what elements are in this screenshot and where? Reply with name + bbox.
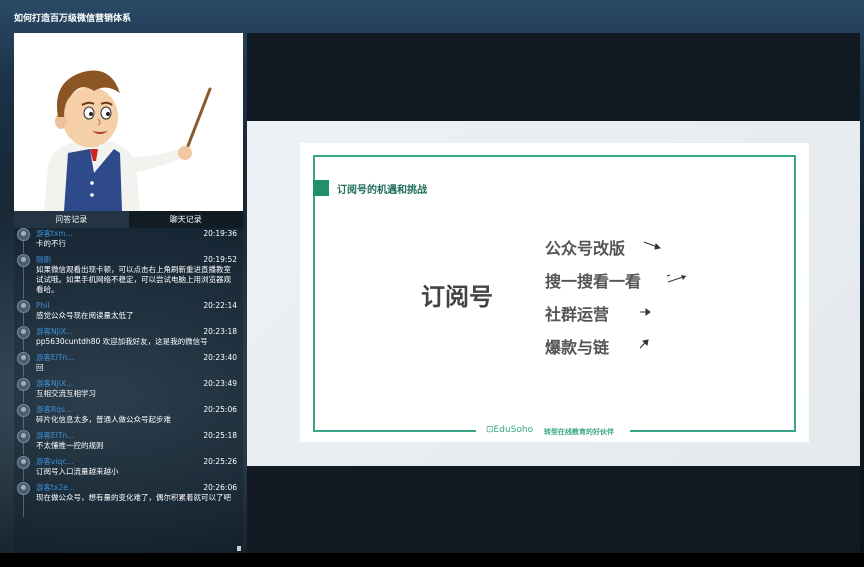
edusoho-logo: ⊡EduSoho: [486, 425, 533, 435]
avatar-icon: [17, 352, 30, 365]
slide-item: 搜一搜看一看: [545, 272, 642, 291]
chat-username[interactable]: 游客ElTn...: [36, 430, 74, 441]
chat-username[interactable]: 游客txm...: [36, 228, 73, 239]
list-item: 游客ElTn... 20:23:40 回: [14, 352, 243, 378]
title-bar: 如何打造百万级微信营销体系: [0, 0, 864, 32]
slide-item: 社群运营: [545, 305, 610, 324]
chat-text: 卡的不行: [36, 239, 66, 248]
chat-username[interactable]: 游客NJiX...: [36, 326, 73, 337]
list-item: 游客Rqs... 20:25:06 碎片化信息太多，普通人做公众号起步难: [14, 404, 243, 430]
list-item: Phil 20:22:14 感觉公众号现在阅读量太低了: [14, 300, 243, 326]
chat-time: 20:23:49: [203, 379, 237, 388]
chat-text: 碎片化信息太多，普通人做公众号起步难: [36, 415, 171, 424]
chat-text: 现在做公众号，想有量的变化难了，偶尔积累着就可以了吧: [36, 493, 231, 502]
chat-username[interactable]: 游客tx2e...: [36, 482, 75, 493]
chat-time: 20:25:26: [203, 457, 237, 466]
chat-text: 如果微信观看出现卡顿，可以点击右上角刷新重进直播教室试试哦。如果手机网络不稳定，…: [36, 265, 231, 294]
chat-username[interactable]: 游客ElTn...: [36, 352, 74, 363]
avatar-icon: [17, 404, 30, 417]
slide-heading: 订阅号的机遇和挑战: [337, 185, 427, 196]
pointer-stick-icon: [184, 87, 212, 153]
chat-time: 20:23:18: [203, 327, 237, 336]
teacher-video: [14, 33, 243, 211]
list-item: 游客viqc... 20:25:26 订阅号入口流量越来越小: [14, 456, 243, 482]
logo-text: EduSoho: [493, 425, 534, 435]
tab-qa-records[interactable]: 问答记录: [14, 211, 129, 228]
chat-text: 不太懂推一控的规则: [36, 441, 104, 450]
list-item: 游客ElTn... 20:25:18 不太懂推一控的规则: [14, 430, 243, 456]
slide-tagline: 转型在线教育的好伙伴: [544, 428, 614, 436]
bottom-bar: [0, 553, 864, 567]
avatar-icon: [17, 378, 30, 391]
logo-icon: ⊡: [486, 425, 494, 435]
chat-username[interactable]: 游客viqc...: [36, 456, 74, 467]
chat-text: 回: [36, 363, 44, 372]
chat-time: 20:19:36: [203, 229, 237, 238]
scrollbar[interactable]: [237, 546, 241, 551]
chat-username[interactable]: 游客NJiX...: [36, 378, 73, 389]
chat-time: 20:23:40: [203, 353, 237, 362]
avatar-icon: [17, 326, 30, 339]
heading-marker: [313, 180, 329, 196]
chat-tabs: 问答记录 聊天记录: [14, 211, 243, 228]
avatar-icon: [17, 430, 30, 443]
chat-username[interactable]: 游客Rqs...: [36, 404, 72, 415]
chat-time: 20:26:06: [203, 483, 237, 492]
window-title: 如何打造百万级微信营销体系: [14, 14, 132, 24]
chat-time: 20:19:52: [203, 255, 237, 264]
arrow-icons: [640, 241, 670, 349]
list-item: 刚刚 20:19:52 如果微信观看出现卡顿，可以点击右上角刷新重进直播教室试试哦…: [14, 254, 243, 300]
slide-item: 爆款与链: [545, 338, 610, 357]
list-item: 游客NJiX... 20:23:18 pp5630cuntdh80 欢迎加我好友，…: [14, 326, 243, 352]
avatar-icon: [17, 300, 30, 313]
list-item: 游客NJiX... 20:23:49 互相交流互相学习: [14, 378, 243, 404]
list-item: 游客txm... 20:19:36 卡的不行: [14, 228, 243, 254]
list-item: 游客tx2e... 20:26:06 现在做公众号，想有量的变化难了，偶尔积累着就…: [14, 482, 243, 517]
chat-username[interactable]: 刚刚: [36, 254, 51, 265]
chat-username[interactable]: Phil: [36, 300, 49, 311]
slide-item: 公众号改版: [545, 239, 626, 258]
teacher-illustration: [44, 70, 212, 211]
tab-chat-records[interactable]: 聊天记录: [128, 211, 243, 228]
chat-text: 订阅号入口流量越来越小: [36, 467, 119, 476]
chat-time: 20:25:18: [203, 431, 237, 440]
avatar-icon: [17, 254, 30, 267]
chat-time: 20:22:14: [203, 301, 237, 310]
avatar-icon: [17, 482, 30, 495]
chat-text: pp5630cuntdh80 欢迎加我好友，这是我的微信号: [36, 337, 208, 346]
slide-frame: [313, 155, 796, 432]
slide-main-word: 订阅号: [421, 283, 493, 311]
avatar-icon: [17, 228, 30, 241]
chat-list[interactable]: 游客txm... 20:19:36 卡的不行 刚刚 20:19:52 如果微信观看出…: [14, 228, 243, 553]
chat-time: 20:25:06: [203, 405, 237, 414]
chat-text: 互相交流互相学习: [36, 389, 96, 398]
chat-text: 感觉公众号现在阅读量太低了: [36, 311, 134, 320]
arrow-icon: [667, 275, 687, 283]
avatar-icon: [17, 456, 30, 469]
